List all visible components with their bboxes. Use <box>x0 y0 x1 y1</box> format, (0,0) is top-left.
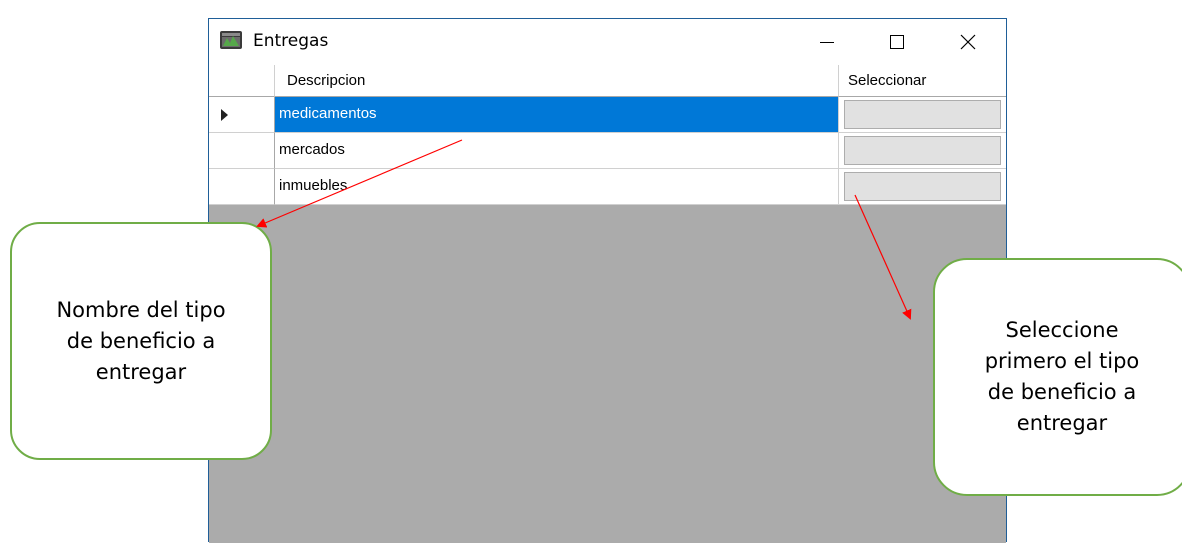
maximize-button[interactable] <box>870 19 924 65</box>
callout-seleccione-beneficio: Seleccione primero el tipo de beneficio … <box>933 258 1182 496</box>
minimize-button[interactable] <box>800 19 854 65</box>
seleccionar-button[interactable] <box>844 100 1001 129</box>
maximize-icon <box>890 35 904 49</box>
seleccionar-cell <box>839 169 1006 205</box>
entregas-window: Entregas Descripcion Seleccionar medicam… <box>208 18 1007 543</box>
table-row[interactable]: inmuebles <box>209 169 1006 205</box>
close-icon <box>960 34 976 50</box>
callout-left-line: Nombre del tipo <box>56 297 226 322</box>
close-button[interactable] <box>941 19 995 65</box>
table-row[interactable]: mercados <box>209 133 1006 169</box>
row-header[interactable] <box>209 169 275 205</box>
row-header[interactable] <box>209 97 275 133</box>
column-header-descripcion[interactable]: Descripcion <box>275 65 839 97</box>
seleccionar-cell <box>839 133 1006 169</box>
seleccionar-button[interactable] <box>844 172 1001 201</box>
callout-right-line: Seleccione <box>1005 318 1119 342</box>
descripcion-cell[interactable]: medicamentos <box>275 97 839 133</box>
row-header[interactable] <box>209 133 275 169</box>
client-area: Descripcion Seleccionar medicamentos mer… <box>209 65 1006 543</box>
grid-corner-header[interactable] <box>209 65 275 97</box>
seleccionar-button[interactable] <box>844 136 1001 165</box>
callout-left-line: de beneficio a <box>66 328 216 353</box>
minimize-icon <box>820 42 834 43</box>
callout-right-line: de beneficio a <box>987 380 1137 404</box>
table-row[interactable]: medicamentos <box>209 97 1006 133</box>
current-row-arrow-icon <box>221 109 228 121</box>
window-title: Entregas <box>253 31 329 51</box>
title-bar[interactable]: Entregas <box>209 19 1006 65</box>
callout-nombre-beneficio: Nombre del tipo de beneficio a entregar <box>10 222 272 460</box>
column-header-seleccionar[interactable]: Seleccionar <box>839 65 1006 97</box>
callout-left-line: entregar <box>95 359 187 384</box>
seleccionar-cell <box>839 97 1006 133</box>
data-grid[interactable]: Descripcion Seleccionar medicamentos mer… <box>209 65 1006 205</box>
descripcion-cell[interactable]: mercados <box>275 133 839 169</box>
callout-right-line: primero el tipo <box>984 349 1140 373</box>
app-icon <box>220 31 242 49</box>
callout-right-line: entregar <box>1016 411 1108 435</box>
descripcion-cell[interactable]: inmuebles <box>275 169 839 205</box>
